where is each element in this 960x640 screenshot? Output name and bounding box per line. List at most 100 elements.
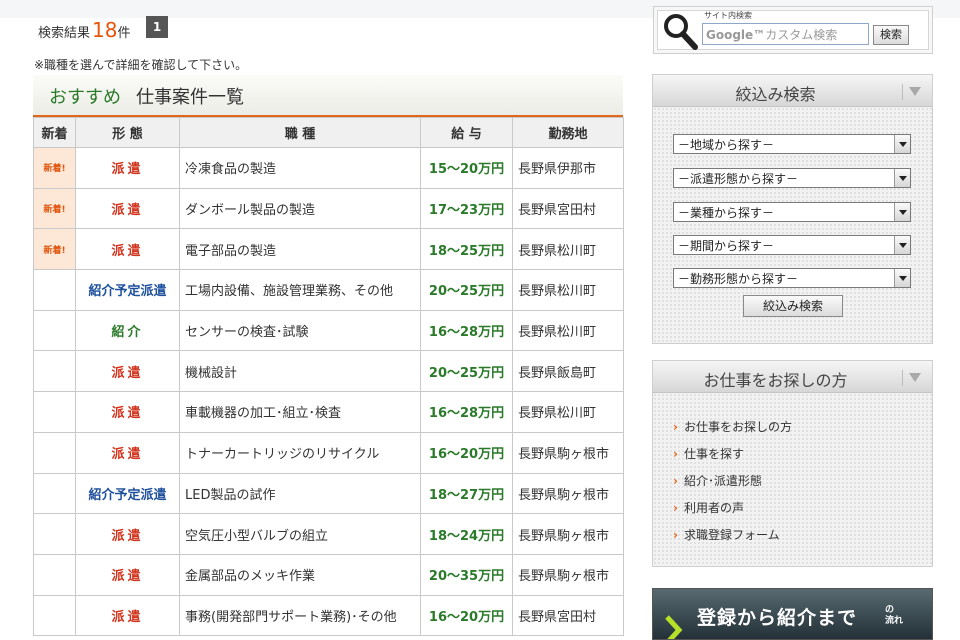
period-select-value: －期間から探す－ xyxy=(678,239,775,253)
employment-type: 紹介予定派遣 xyxy=(75,472,180,515)
salary: 15～20万円 xyxy=(420,147,513,189)
chevron-right-icon: › xyxy=(673,447,678,461)
job-title-link[interactable]: トナーカートリッジのリサイクル xyxy=(179,431,421,474)
link-user-voices[interactable]: › 利用者の声 xyxy=(673,499,744,516)
dropdown-arrow-icon[interactable] xyxy=(894,135,910,153)
employment-type: 派遣 xyxy=(75,147,180,189)
table-row[interactable]: 紹介予定派遣 LED製品の試作 18～27万円 長野県駒ヶ根市 xyxy=(33,472,624,515)
header-salary: 給 与 xyxy=(420,117,513,148)
registration-flow-banner[interactable]: 登録から紹介まで の流れ xyxy=(652,588,933,640)
site-search-input[interactable]: Google™カスタム検索 xyxy=(702,23,869,45)
link-label: 利用者の声 xyxy=(683,501,744,515)
table-row[interactable]: 紹介 センサーの検査･試験 16～28万円 長野県松川町 xyxy=(33,309,624,352)
new-badge-cell xyxy=(33,472,76,515)
panel-arrow-icon xyxy=(902,370,924,386)
location: 長野県飯島町 xyxy=(512,350,624,393)
panel-arrow-icon xyxy=(902,84,924,100)
chevron-right-icon: › xyxy=(673,528,678,542)
table-row[interactable]: 派遣 金属部品のメッキ作業 20～35万円 長野県駒ヶ根市 xyxy=(33,553,624,596)
employment-type: 派遣 xyxy=(75,513,180,555)
employment-type: 派遣 xyxy=(75,187,180,230)
link-label: 求職登録フォーム xyxy=(683,528,780,542)
work-style-select-value: －勤務形態から探す－ xyxy=(678,272,799,286)
salary: 17～23万円 xyxy=(420,187,513,230)
job-list-title: 仕事案件一覧 xyxy=(136,87,244,108)
salary: 18～24万円 xyxy=(420,513,513,555)
site-search-label: サイト内検索 xyxy=(704,11,752,20)
location: 長野県松川町 xyxy=(512,228,624,271)
banner-suffix: の流れ xyxy=(885,605,903,627)
location: 長野県伊那市 xyxy=(512,147,624,189)
link-employment-types[interactable]: › 紹介･派遣形態 xyxy=(673,472,762,489)
job-seeker-panel-title: お仕事をお探しの方 xyxy=(703,371,848,390)
employment-type: 派遣 xyxy=(75,350,180,393)
dropdown-arrow-icon[interactable] xyxy=(894,236,910,254)
new-badge-cell xyxy=(33,513,76,555)
job-title-link[interactable]: 工場内設備、施設管理業務、その他 xyxy=(179,269,421,311)
banner-text: 登録から紹介まで xyxy=(697,607,858,629)
salary: 20～25万円 xyxy=(420,269,513,311)
job-list-title-highlight: おすすめ xyxy=(49,87,121,108)
region-select[interactable]: －地域から探す－ xyxy=(673,134,911,154)
new-badge-cell xyxy=(33,594,76,637)
result-count: 検索結果 18 件 xyxy=(38,18,130,48)
site-search-button[interactable]: 検索 xyxy=(873,25,909,45)
dropdown-arrow-icon[interactable] xyxy=(894,169,910,187)
dropdown-arrow-icon[interactable] xyxy=(894,203,910,221)
new-badge-cell xyxy=(33,350,76,393)
link-job-seeker[interactable]: › お仕事をお探しの方 xyxy=(673,418,792,435)
table-row[interactable]: 新着! 派遣 電子部品の製造 18～25万円 長野県松川町 xyxy=(33,228,624,271)
job-title-link[interactable]: 車載機器の加工･組立･検査 xyxy=(179,391,421,433)
job-title-link[interactable]: センサーの検査･試験 xyxy=(179,309,421,352)
table-row[interactable]: 派遣 事務(開発部門サポート業務)･その他 16～20万円 長野県宮田村 xyxy=(33,594,624,637)
location: 長野県松川町 xyxy=(512,391,624,433)
header-job: 職 種 xyxy=(179,117,421,148)
header-new: 新着 xyxy=(33,117,76,148)
link-label: お仕事をお探しの方 xyxy=(683,420,792,434)
new-badge-cell xyxy=(33,309,76,352)
table-row[interactable]: 紹介予定派遣 工場内設備、施設管理業務、その他 20～25万円 長野県松川町 xyxy=(33,269,624,311)
link-find-job[interactable]: › 仕事を探す xyxy=(673,445,744,462)
job-title-link[interactable]: 空気圧小型バルブの組立 xyxy=(179,513,421,555)
job-title-link[interactable]: 機械設計 xyxy=(179,350,421,393)
job-title-link[interactable]: 金属部品のメッキ作業 xyxy=(179,553,421,596)
table-row[interactable]: 新着! 派遣 ダンボール製品の製造 17～23万円 長野県宮田村 xyxy=(33,187,624,230)
location: 長野県駒ヶ根市 xyxy=(512,472,624,515)
table-row[interactable]: 派遣 車載機器の加工･組立･検査 16～28万円 長野県松川町 xyxy=(33,391,624,433)
banner-suffix-2: 流れ xyxy=(885,616,904,626)
table-row[interactable]: 派遣 トナーカートリッジのリサイクル 16～20万円 長野県駒ヶ根市 xyxy=(33,431,624,474)
employment-type: 派遣 xyxy=(75,391,180,433)
industry-select[interactable]: －業種から探す－ xyxy=(673,202,911,222)
salary: 20～35万円 xyxy=(420,553,513,596)
link-registration-form[interactable]: › 求職登録フォーム xyxy=(673,526,780,543)
location: 長野県駒ヶ根市 xyxy=(512,431,624,474)
work-style-select[interactable]: －勤務形態から探す－ xyxy=(673,268,911,288)
job-title-link[interactable]: ダンボール製品の製造 xyxy=(179,187,421,230)
period-select[interactable]: －期間から探す－ xyxy=(673,235,911,255)
job-title-link[interactable]: 電子部品の製造 xyxy=(179,228,421,271)
dispatch-type-select[interactable]: －派遣形態から探す－ xyxy=(673,168,911,188)
chevron-right-icon: › xyxy=(673,420,678,434)
region-select-value: －地域から探す－ xyxy=(678,138,775,152)
dropdown-arrow-icon[interactable] xyxy=(894,269,910,287)
table-row[interactable]: 新着! 派遣 冷凍食品の製造 15～20万円 長野県伊那市 xyxy=(33,147,624,189)
filter-search-button[interactable]: 絞込み検索 xyxy=(743,295,843,317)
job-title-link[interactable]: 事務(開発部門サポート業務)･その他 xyxy=(179,594,421,637)
new-badge-cell xyxy=(33,553,76,596)
pagination-page-1[interactable]: 1 xyxy=(146,16,168,38)
location: 長野県駒ヶ根市 xyxy=(512,513,624,555)
salary: 16～28万円 xyxy=(420,309,513,352)
new-badge-cell xyxy=(33,431,76,474)
chevron-right-icon xyxy=(665,615,683,639)
job-title-link[interactable]: 冷凍食品の製造 xyxy=(179,147,421,189)
table-row[interactable]: 派遣 空気圧小型バルブの組立 18～24万円 長野県駒ヶ根市 xyxy=(33,513,624,555)
salary: 16～20万円 xyxy=(420,594,513,637)
industry-select-value: －業種から探す－ xyxy=(678,206,775,220)
new-badge: 新着! xyxy=(43,164,66,175)
employment-type: 派遣 xyxy=(75,228,180,271)
job-title-link[interactable]: LED製品の試作 xyxy=(179,472,421,515)
job-table: 新着 形 態 職 種 給 与 勤務地 新着! 派遣 冷凍食品の製造 15～20万円 長野… xyxy=(33,117,624,637)
salary: 16～20万円 xyxy=(420,431,513,474)
table-row[interactable]: 派遣 機械設計 20～25万円 長野県飯島町 xyxy=(33,350,624,393)
site-search-placeholder: カスタム検索 xyxy=(765,28,838,42)
